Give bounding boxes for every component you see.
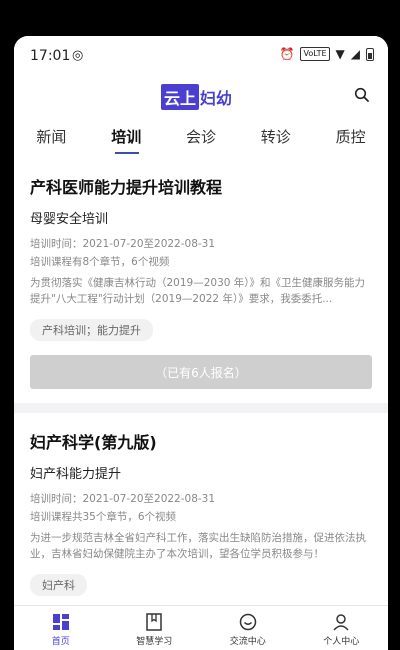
status-time: 17:01: [30, 48, 71, 64]
volte-icon: VoLTE: [300, 47, 330, 61]
card-time: 培训时间：2021-07-20至2022-08-31: [30, 238, 216, 250]
search-icon[interactable]: [354, 87, 370, 107]
nav-home-label: 首页: [51, 637, 70, 647]
card-subtitle: 母婴安全培训: [30, 212, 109, 227]
sync-icon: ◎: [72, 48, 84, 63]
tab-consultation[interactable]: 会诊: [164, 116, 239, 158]
book-icon: [146, 613, 162, 631]
logo-text: 妇幼: [200, 89, 233, 108]
card-tag: 妇产科: [30, 574, 87, 596]
tab-news[interactable]: 新闻: [14, 116, 89, 158]
nav-profile[interactable]: 个人中心: [295, 606, 389, 650]
tab-training[interactable]: 培训: [89, 116, 164, 158]
app-logo: 云上 妇幼: [161, 84, 232, 110]
signal-icon: ◢: [350, 47, 360, 61]
tab-quality-control[interactable]: 质控: [313, 116, 388, 158]
enroll-button[interactable]: （已有6人报名）: [30, 355, 372, 389]
training-list: 产科医师能力提升培训教程 母婴安全培训 培训时间：2021-07-20至2022…: [14, 158, 388, 606]
card-description: 为进一步规范吉林全省妇产科工作，落实出生缺陷防治措施，促进依法执业，吉林省妇幼保…: [30, 532, 366, 560]
card-title: 产科医师能力提升培训教程: [30, 178, 223, 197]
nav-profile-label: 个人中心: [323, 637, 360, 647]
card-tag: 产科培训；能力提升: [30, 319, 153, 341]
card-time: 培训时间：2021-07-20至2022-08-31: [30, 493, 216, 505]
nav-smart-learning-label: 智慧学习: [136, 637, 173, 647]
card-chapters: 培训课程有8个章节，6个视频: [30, 256, 170, 268]
category-tabs: 新闻 培训 会诊 转诊 质控: [14, 116, 388, 158]
tab-referral[interactable]: 转诊: [238, 116, 313, 158]
card-description: 为贯彻落实《健康吉林行动（2019—2030 年）》和《卫生健康服务能力提升"八…: [30, 277, 366, 305]
bottom-navigation: 首页 智慧学习 交流中心 个人中心: [14, 605, 388, 650]
logo-box-text: 云上: [161, 84, 200, 110]
nav-home[interactable]: 首页: [14, 606, 108, 650]
wifi-icon: ▼: [335, 47, 345, 61]
card-chapters: 培训课程共35个章节，6个视频: [30, 511, 177, 523]
training-card[interactable]: 妇产科学(第九版) 妇产科能力提升 培训时间：2021-07-20至2022-0…: [14, 413, 388, 606]
nav-exchange-center[interactable]: 交流中心: [201, 606, 295, 650]
home-grid-icon: [52, 614, 69, 630]
status-bar: 17:01 ◎ ⏰ VoLTE ▼ ◢: [14, 36, 388, 76]
app-header: 云上 妇幼: [14, 76, 388, 116]
status-icons: ⏰ VoLTE ▼ ◢: [280, 47, 374, 61]
card-subtitle: 妇产科能力提升: [30, 467, 122, 482]
chat-icon: [239, 613, 256, 631]
card-title: 妇产科学(第九版): [30, 433, 157, 452]
alarm-icon: ⏰: [279, 47, 295, 61]
nav-smart-learning[interactable]: 智慧学习: [108, 606, 202, 650]
training-card[interactable]: 产科医师能力提升培训教程 母婴安全培训 培训时间：2021-07-20至2022…: [14, 158, 388, 403]
phone-screen: 17:01 ◎ ⏰ VoLTE ▼ ◢ 云上 妇幼 新闻 培训 会诊 转诊 质控…: [14, 36, 388, 650]
user-icon: [333, 614, 349, 631]
nav-exchange-center-label: 交流中心: [229, 637, 266, 647]
battery-icon: [366, 47, 374, 61]
